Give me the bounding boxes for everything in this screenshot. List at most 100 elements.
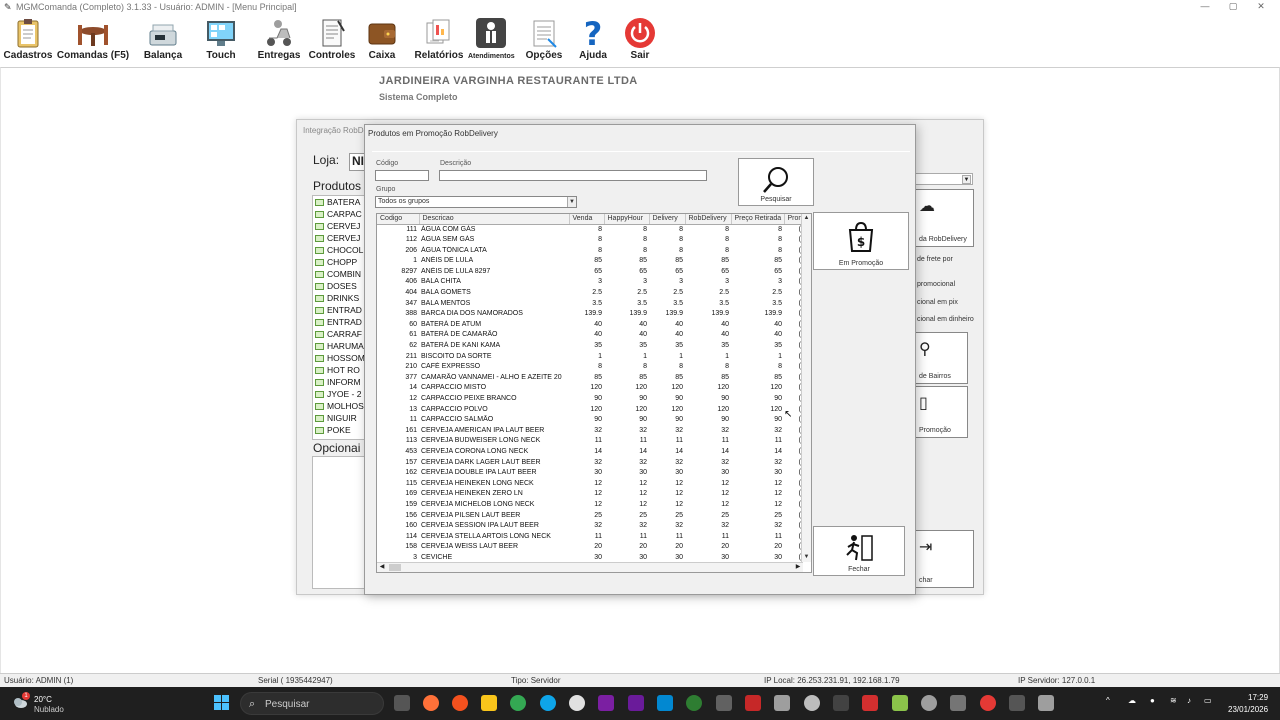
table-row[interactable]: 13 CARPACCIO POLVO 120 120 120 120 120(	[377, 405, 803, 416]
table-row[interactable]: 112 ÁGUA SEM GÁS 8 8 8 8 8(	[377, 235, 803, 246]
tree-item[interactable]: COMBIN	[313, 268, 365, 280]
app-icon[interactable]	[804, 695, 820, 711]
app-icon[interactable]	[1038, 695, 1054, 711]
filezilla-icon[interactable]	[745, 695, 761, 711]
tree-item[interactable]: POKE	[313, 424, 365, 436]
app-icon[interactable]	[716, 695, 732, 711]
minimize-button[interactable]: —	[1190, 1, 1220, 13]
table-row[interactable]: 206 ÁGUA TÔNICA LATA 8 8 8 8 8(	[377, 246, 803, 257]
table-row[interactable]: 12 CARPACCIO PEIXE BRANCO 90 90 90 90 90(	[377, 394, 803, 405]
microphone-icon[interactable]: ●	[1150, 696, 1155, 705]
table-row[interactable]: 169 CERVEJA HEINEKEN ZERO LN 12 12 12 12 12(	[377, 489, 803, 500]
horizontal-scrollbar[interactable]: ◀ ▶	[377, 562, 803, 572]
table-row[interactable]: 388 BARCA DIA DOS NAMORADOS 139.9 139.9 139.…	[377, 309, 803, 320]
tree-item[interactable]: CHOCOL	[313, 244, 365, 256]
tree-item[interactable]: CHOPP	[313, 256, 365, 268]
app-icon[interactable]	[569, 695, 585, 711]
table-row[interactable]: 453 CERVEJA CORONA LONG NECK 14 14 14 14 14(	[377, 447, 803, 458]
maximize-button[interactable]: ▢	[1218, 1, 1248, 13]
table-row[interactable]: 156 CERVEJA PILSEN LAUT BEER 25 25 25 25 25(	[377, 511, 803, 522]
store-combo[interactable]: ▼	[915, 173, 973, 185]
start-button[interactable]	[214, 695, 230, 711]
scroll-up-icon[interactable]: ▲	[802, 214, 811, 223]
promocao-button[interactable]: ▯ Promoção	[914, 386, 968, 438]
pesquisar-button[interactable]: Pesquisar	[738, 158, 814, 206]
app-icon[interactable]	[686, 695, 702, 711]
tree-item[interactable]: HOT RO	[313, 364, 365, 376]
tree-item[interactable]: ENTRAD	[313, 316, 365, 328]
tree-item[interactable]: INFORM	[313, 376, 365, 388]
ajuda-button[interactable]: ? Ajuda	[574, 14, 612, 66]
grupo-select[interactable]: Todos os grupos ▼	[375, 196, 577, 208]
opcionais-list[interactable]	[312, 456, 366, 589]
edge-icon[interactable]	[540, 695, 556, 711]
comandas-button[interactable]: Comandas (F5)	[56, 14, 130, 66]
scroll-thumb[interactable]	[389, 564, 401, 571]
tree-item[interactable]: HARUMA	[313, 340, 365, 352]
app-icon[interactable]	[862, 695, 878, 711]
descricao-input[interactable]	[439, 170, 707, 181]
scroll-down-icon[interactable]: ▼	[802, 553, 811, 562]
atendimentos-button[interactable]: Atendimentos	[468, 14, 515, 66]
table-row[interactable]: 211 BISCOITO DA SORTE 1 1 1 1 1(	[377, 352, 803, 363]
app-icon[interactable]	[980, 695, 996, 711]
column-header[interactable]: Codigo	[377, 214, 420, 225]
table-row[interactable]: 60 BATERÁ DE ATUM 40 40 40 40 40(	[377, 320, 803, 331]
column-header[interactable]: Preço Retirada	[731, 214, 785, 225]
vertical-scrollbar[interactable]: ▲ ▼	[801, 214, 811, 562]
column-header[interactable]: RobDelivery	[685, 214, 732, 225]
relatorios-button[interactable]: Relatórios	[412, 14, 466, 66]
tree-item[interactable]: HOSSOM	[313, 352, 365, 364]
scroll-right-icon[interactable]: ▶	[793, 563, 803, 572]
table-row[interactable]: 406 BALA CHITA 3 3 3 3 3(	[377, 277, 803, 288]
opcoes-button[interactable]: Opções	[522, 14, 566, 66]
table-row[interactable]: 158 CERVEJA WEISS LAUT BEER 20 20 20 20 20(	[377, 542, 803, 553]
table-row[interactable]: 157 CERVEJA DARK LAGER LAUT BEER 32 32 32 32 3…	[377, 458, 803, 469]
mgmcomanda-icon[interactable]	[950, 695, 966, 711]
table-row[interactable]: 162 CERVEJA DOUBLE IPA LAUT BEER 30 30 30 30 3…	[377, 468, 803, 479]
wifi-icon[interactable]: ≋	[1170, 696, 1177, 705]
table-row[interactable]: 113 CERVEJA BUDWEISER LONG NECK 11 11 11 11 11…	[377, 436, 803, 447]
tree-item[interactable]: CARPAC	[313, 208, 365, 220]
table-row[interactable]: 210 CAFÉ EXPRESSO 8 8 8 8 8(	[377, 362, 803, 373]
tree-item[interactable]: ENTRAD	[313, 304, 365, 316]
table-row[interactable]: 404 BALA GOMETS 2.5 2.5 2.5 2.5 2.5(	[377, 288, 803, 299]
controles-button[interactable]: Controles	[308, 14, 356, 66]
table-row[interactable]: 1 ANÉIS DE LULA 85 85 85 85 85(	[377, 256, 803, 267]
table-row[interactable]: 11 CARPACCIO SALMÃO 90 90 90 90 90(	[377, 415, 803, 426]
table-row[interactable]: 377 CAMARÃO VANNAMEI - ALHO E AZEITE 20 85…	[377, 373, 803, 384]
table-row[interactable]: 14 CARPACCIO MISTO 120 120 120 120 120(	[377, 383, 803, 394]
product-group-tree[interactable]: BATERA CARPAC CERVEJ CERVEJ CHOCOL CHOPP COMBI…	[312, 195, 366, 440]
firefox-icon[interactable]	[423, 695, 439, 711]
close-button[interactable]: ✕	[1246, 1, 1276, 13]
app-icon[interactable]	[1009, 695, 1025, 711]
table-row[interactable]: 8297 ANÉIS DE LULA 8297 65 65 65 65 65(	[377, 267, 803, 278]
fechar-button[interactable]: Fechar	[813, 526, 905, 576]
vscode-icon[interactable]	[657, 695, 673, 711]
bairros-button[interactable]: ⚲ de Bairros	[914, 332, 968, 384]
tree-item[interactable]: BATERA	[313, 196, 365, 208]
file-explorer-icon[interactable]	[481, 695, 497, 711]
products-grid[interactable]: Codigo Descricao Venda HappyHour Delivery Rob…	[376, 213, 812, 573]
table-row[interactable]: 61 BATERÁ DE CAMARÃO 40 40 40 40 40(	[377, 330, 803, 341]
tree-item[interactable]: CARRAF	[313, 328, 365, 340]
robdelivery-sync-button[interactable]: ☁ da RobDelivery	[914, 189, 974, 247]
column-header[interactable]: HappyHour	[604, 214, 650, 225]
tree-item[interactable]: JYOE - 2	[313, 388, 365, 400]
caixa-button[interactable]: Caixa	[362, 14, 402, 66]
table-row[interactable]: 347 BALA MENTOS 3.5 3.5 3.5 3.5 3.5(	[377, 299, 803, 310]
visual-studio-icon[interactable]	[628, 695, 644, 711]
task-view-icon[interactable]	[394, 695, 410, 711]
em-promocao-button[interactable]: $ Em Promoção	[813, 212, 909, 270]
column-header[interactable]: Descricao	[419, 214, 570, 225]
balanca-button[interactable]: Balança	[140, 14, 186, 66]
scroll-left-icon[interactable]: ◀	[377, 563, 387, 572]
app-icon[interactable]	[892, 695, 908, 711]
tree-item[interactable]: DOSES	[313, 280, 365, 292]
table-row[interactable]: 62 BATERÁ DE KANI KAMA 35 35 35 35 35(	[377, 341, 803, 352]
column-header[interactable]: Venda	[569, 214, 605, 225]
codigo-input[interactable]	[375, 170, 429, 181]
app-icon[interactable]	[774, 695, 790, 711]
table-row[interactable]: 115 CERVEJA HEINEKEN LONG NECK 12 12 12 12 12(	[377, 479, 803, 490]
tree-item[interactable]: MOLHOS	[313, 400, 365, 412]
